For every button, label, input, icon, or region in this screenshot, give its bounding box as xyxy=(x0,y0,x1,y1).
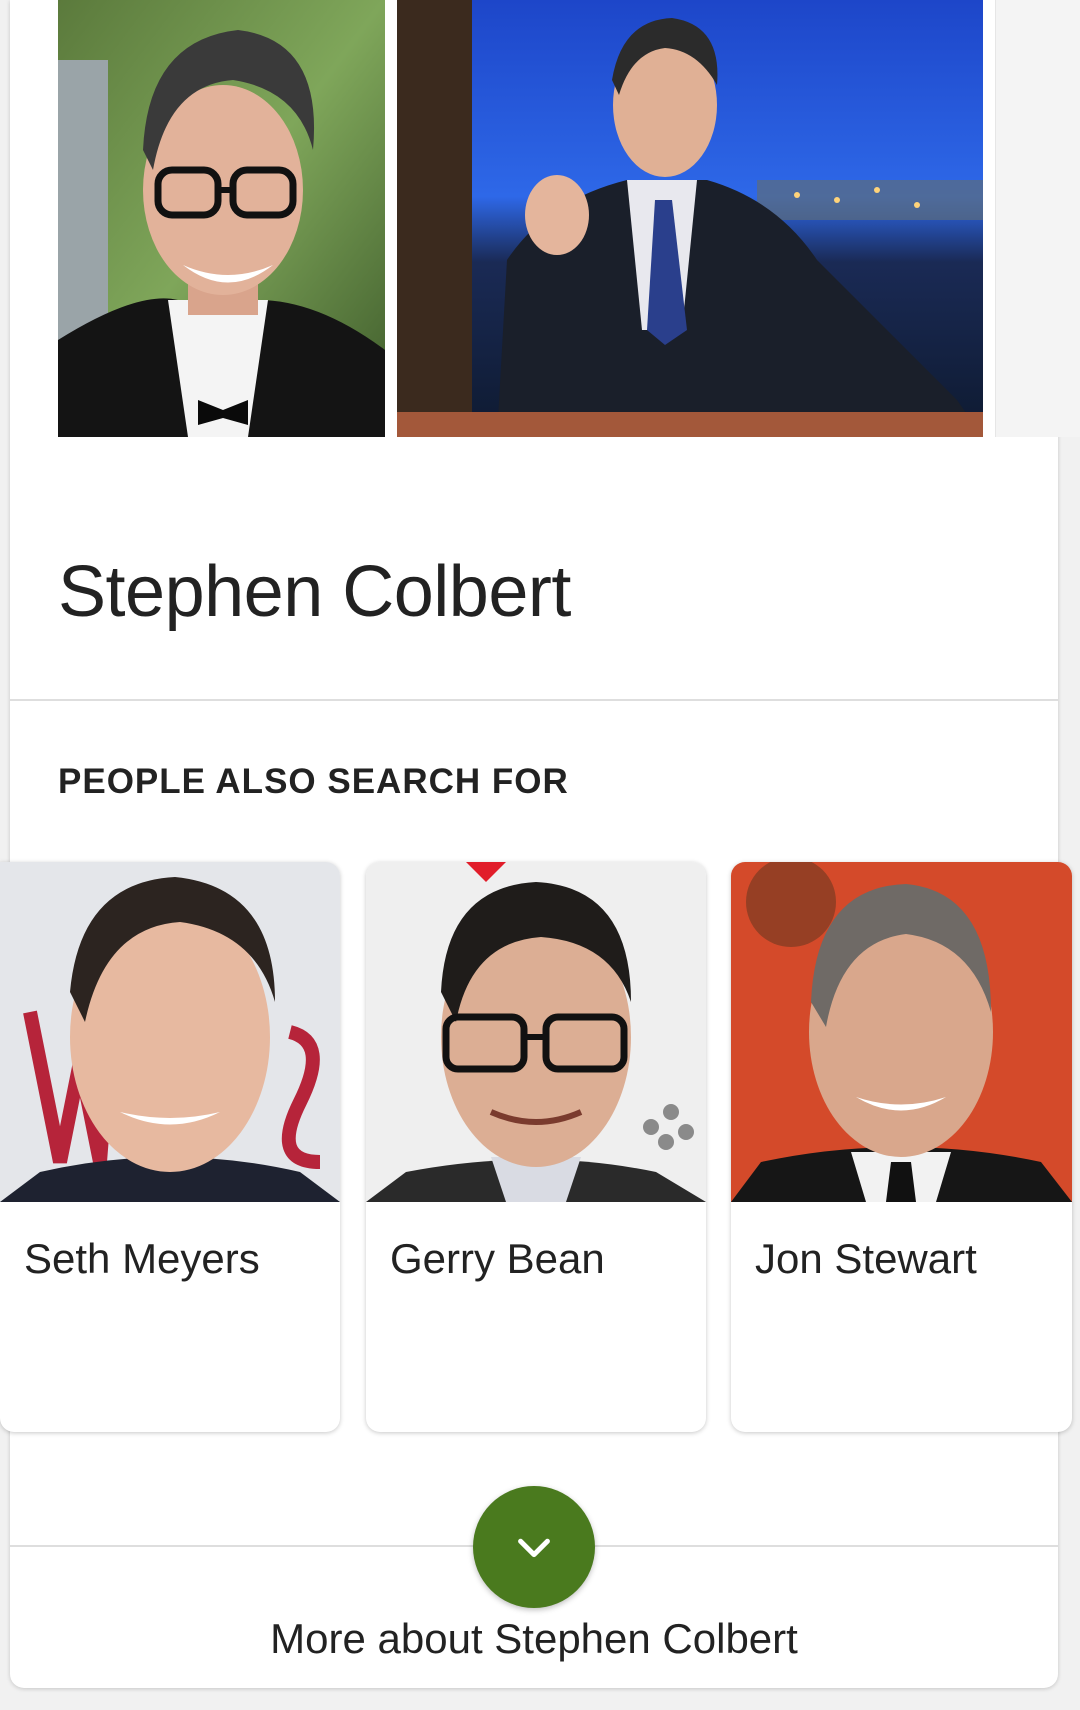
person-name: Seth Meyers xyxy=(24,1235,260,1282)
entity-photo-portrait[interactable] xyxy=(58,0,385,437)
related-person-card[interactable]: Jon Stewart xyxy=(731,862,1072,1432)
entity-photo-show[interactable] xyxy=(397,0,983,437)
more-about-link[interactable]: More about Stephen Colbert xyxy=(10,1614,1058,1664)
person-photo xyxy=(366,862,706,1202)
related-person-card[interactable]: Gerry Bean xyxy=(366,862,706,1432)
people-also-search-heading: PEOPLE ALSO SEARCH FOR xyxy=(58,762,569,801)
person-photo xyxy=(0,862,340,1202)
related-person-card[interactable]: Seth Meyers xyxy=(0,862,340,1432)
person-name: Jon Stewart xyxy=(755,1235,977,1282)
person-photo xyxy=(731,862,1072,1202)
entity-title: Stephen Colbert xyxy=(58,552,571,632)
chevron-down-icon xyxy=(518,1538,550,1558)
related-people-carousel[interactable]: Seth Meyers Gerry Bean Jon Stewart xyxy=(0,862,1080,1437)
image-carousel[interactable] xyxy=(0,0,1080,438)
entity-photo-partial[interactable] xyxy=(995,0,1080,437)
expand-button[interactable] xyxy=(473,1486,595,1608)
section-divider xyxy=(10,699,1058,701)
knowledge-panel-page: Stephen Colbert PEOPLE ALSO SEARCH FOR S… xyxy=(0,0,1080,1710)
person-name: Gerry Bean xyxy=(390,1235,605,1282)
